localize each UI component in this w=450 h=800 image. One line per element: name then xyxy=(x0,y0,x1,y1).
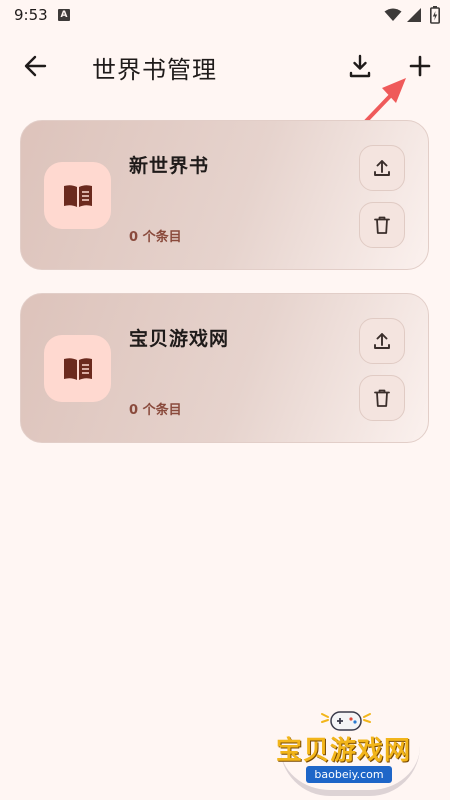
trash-icon xyxy=(374,216,390,234)
worldbook-card[interactable]: 宝贝游戏网 0 个条目 xyxy=(20,293,429,443)
wifi-icon xyxy=(384,8,402,21)
watermark-brand: 宝贝游戏网 xyxy=(276,736,412,766)
worldbook-name: 新世界书 xyxy=(129,155,210,177)
watermark-url: baobeiy.com xyxy=(306,766,392,783)
notification-app-icon: A xyxy=(58,9,70,21)
worldbook-entry-count: 0 个条目 xyxy=(129,230,182,245)
worldbook-card[interactable]: 新世界书 0 个条目 xyxy=(20,120,429,270)
upload-icon xyxy=(374,160,390,176)
delete-button[interactable] xyxy=(359,202,405,248)
book-open-icon xyxy=(63,357,92,380)
watermark: 宝贝游戏网 baobeiy.com xyxy=(270,704,440,796)
back-button[interactable] xyxy=(20,50,52,82)
battery-icon xyxy=(430,6,440,24)
worldbook-entry-count: 0 个条目 xyxy=(129,403,182,418)
signal-icon xyxy=(407,8,421,22)
export-button[interactable] xyxy=(359,318,405,364)
status-time: 9:53 xyxy=(14,6,48,24)
delete-button[interactable] xyxy=(359,375,405,421)
screen: 9:53 A 世界书管理 新世界书 0 个条目 宝贝游戏网 0 个条目 宝贝游戏… xyxy=(0,0,450,800)
status-bar: 9:53 A xyxy=(0,0,450,32)
export-button[interactable] xyxy=(359,145,405,191)
upload-icon xyxy=(374,333,390,349)
page-title: 世界书管理 xyxy=(92,56,217,84)
book-open-icon xyxy=(63,184,92,207)
worldbook-name: 宝贝游戏网 xyxy=(129,328,230,350)
trash-icon xyxy=(374,389,390,407)
book-tile xyxy=(44,162,111,229)
book-tile xyxy=(44,335,111,402)
arrow-left-icon xyxy=(24,55,47,77)
